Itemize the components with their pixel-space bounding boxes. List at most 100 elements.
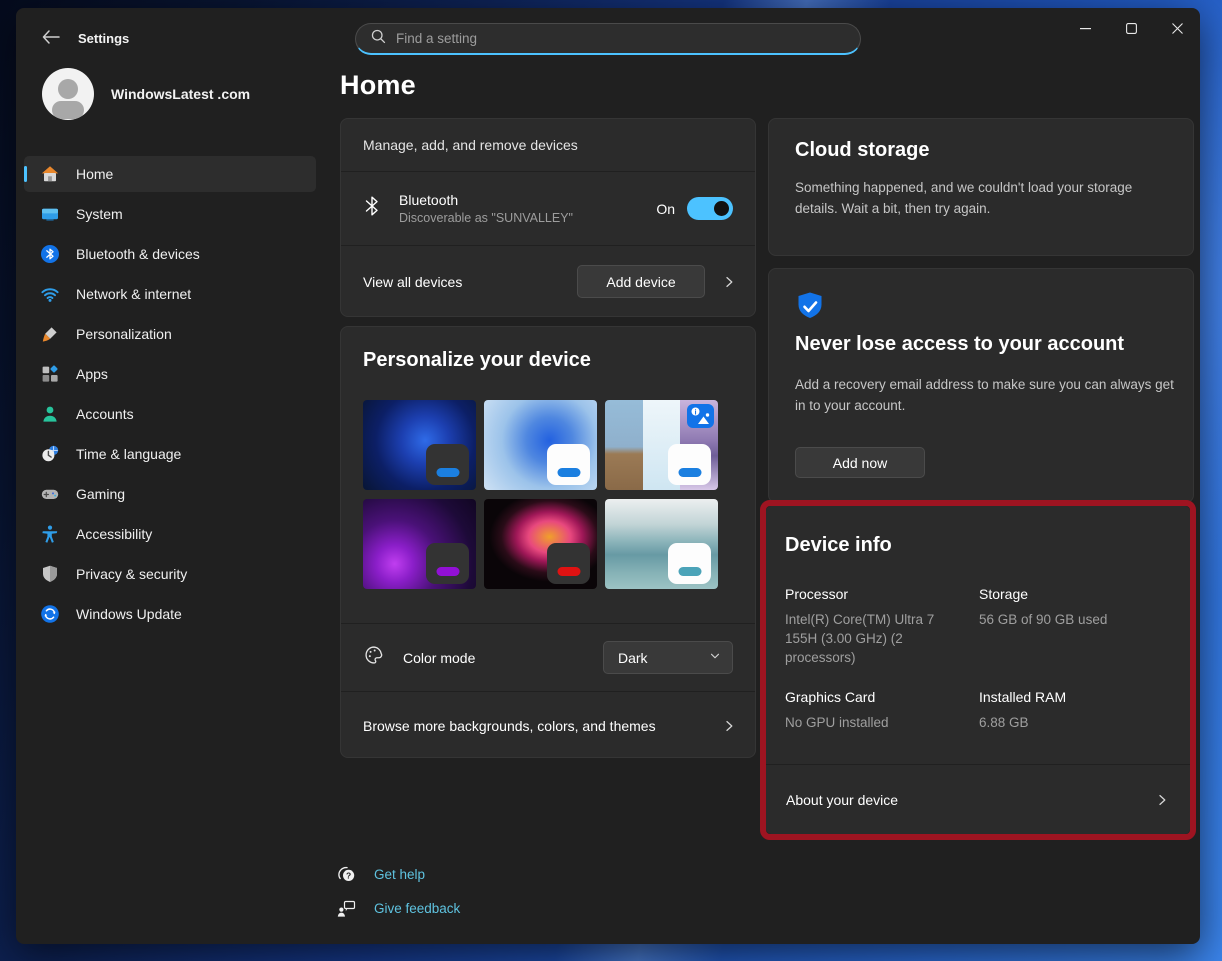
theme-thumb-abstract-flower[interactable] bbox=[484, 499, 597, 589]
bluetooth-subtitle: Discoverable as "SUNVALLEY" bbox=[399, 211, 573, 225]
account-security-title: Never lose access to your account bbox=[795, 333, 1124, 356]
close-button[interactable] bbox=[1154, 8, 1200, 48]
sidebar-item-label: System bbox=[76, 206, 123, 222]
sidebar-item-label: Accessibility bbox=[76, 526, 152, 542]
theme-thumb-photo-collage[interactable]: i bbox=[605, 400, 718, 490]
sidebar-item-label: Home bbox=[76, 166, 113, 182]
chevron-right-icon bbox=[1154, 792, 1170, 808]
sidebar-item-label: Personalization bbox=[76, 326, 172, 342]
browse-themes-row[interactable]: Browse more backgrounds, colors, and the… bbox=[341, 691, 755, 759]
sidebar-item-label: Privacy & security bbox=[76, 566, 187, 582]
give-feedback-label: Give feedback bbox=[374, 901, 460, 916]
about-your-device-label: About your device bbox=[786, 792, 898, 808]
installed-ram-label: Installed RAM bbox=[979, 689, 1066, 705]
add-device-button[interactable]: Add device bbox=[577, 265, 705, 298]
personalize-card: Personalize your device i bbox=[340, 326, 756, 758]
theme-thumb-mountain-lake[interactable] bbox=[605, 499, 718, 589]
paintbrush-icon bbox=[40, 324, 60, 344]
theme-taskbar-preview bbox=[547, 543, 590, 584]
settings-window: Settings WindowsLatest .com Home System bbox=[16, 8, 1200, 944]
sidebar-item-accounts[interactable]: Accounts bbox=[24, 396, 316, 432]
bluetooth-row: Bluetooth Discoverable as "SUNVALLEY" On bbox=[341, 171, 755, 245]
device-info-title: Device info bbox=[785, 534, 892, 557]
gamepad-icon bbox=[40, 484, 60, 504]
processor-value: Intel(R) Core(TM) Ultra 7 155H (3.00 GHz… bbox=[785, 610, 957, 667]
image-info-icon[interactable]: i bbox=[687, 404, 714, 428]
chevron-down-icon bbox=[708, 649, 722, 666]
toggle-knob bbox=[714, 201, 729, 216]
about-your-device-row[interactable]: About your device bbox=[766, 765, 1190, 834]
avatar bbox=[42, 68, 94, 120]
storage-value: 56 GB of 90 GB used bbox=[979, 610, 1174, 629]
red-highlight-box: Device info Processor Intel(R) Core(TM) … bbox=[760, 500, 1196, 840]
personalize-title: Personalize your device bbox=[363, 349, 591, 372]
page-title: Home bbox=[340, 70, 416, 101]
sidebar-item-bluetooth-devices[interactable]: Bluetooth & devices bbox=[24, 236, 316, 272]
sidebar-item-apps[interactable]: Apps bbox=[24, 356, 316, 392]
shield-icon bbox=[40, 564, 60, 584]
system-icon bbox=[40, 204, 60, 224]
theme-thumb-windows-dark-bloom[interactable] bbox=[363, 400, 476, 490]
accounts-icon bbox=[40, 404, 60, 424]
view-all-devices-row[interactable]: View all devices Add device bbox=[341, 245, 755, 317]
account-security-card: Never lose access to your account Add a … bbox=[768, 268, 1194, 503]
view-all-devices-label: View all devices bbox=[363, 274, 462, 290]
cloud-storage-body: Something happened, and we couldn't load… bbox=[795, 177, 1163, 220]
give-feedback-link[interactable]: Give feedback bbox=[336, 896, 460, 920]
account-header[interactable]: WindowsLatest .com bbox=[42, 68, 250, 120]
sidebar-item-system[interactable]: System bbox=[24, 196, 316, 232]
feedback-icon bbox=[336, 898, 358, 918]
shield-check-icon bbox=[795, 291, 825, 328]
sidebar-item-home[interactable]: Home bbox=[24, 156, 316, 192]
sidebar-item-label: Network & internet bbox=[76, 286, 191, 302]
devices-card-header[interactable]: Manage, add, and remove devices bbox=[341, 119, 755, 171]
bluetooth-toggle[interactable] bbox=[687, 197, 733, 220]
maximize-icon bbox=[1126, 23, 1137, 34]
theme-taskbar-preview bbox=[547, 444, 590, 485]
sidebar-item-label: Windows Update bbox=[76, 606, 182, 622]
storage-label: Storage bbox=[979, 586, 1028, 602]
theme-taskbar-preview bbox=[668, 543, 711, 584]
theme-taskbar-preview bbox=[426, 543, 469, 584]
sidebar-item-label: Gaming bbox=[76, 486, 125, 502]
svg-text:i: i bbox=[694, 407, 696, 416]
sidebar-item-time-language[interactable]: Time & language bbox=[24, 436, 316, 472]
search-box[interactable] bbox=[355, 23, 861, 55]
devices-card: Manage, add, and remove devices Bluetoot… bbox=[340, 118, 756, 317]
footer-links: ? Get help Give feedback bbox=[336, 862, 460, 930]
sidebar-item-network-internet[interactable]: Network & internet bbox=[24, 276, 316, 312]
chevron-right-icon bbox=[721, 274, 737, 290]
sidebar-item-label: Time & language bbox=[76, 446, 181, 462]
color-mode-value: Dark bbox=[618, 650, 648, 666]
maximize-button[interactable] bbox=[1108, 8, 1154, 48]
sidebar-item-personalization[interactable]: Personalization bbox=[24, 316, 316, 352]
theme-taskbar-preview bbox=[668, 444, 711, 485]
color-mode-dropdown[interactable]: Dark bbox=[603, 641, 733, 674]
minimize-button[interactable] bbox=[1062, 8, 1108, 48]
sidebar-item-accessibility[interactable]: Accessibility bbox=[24, 516, 316, 552]
get-help-label: Get help bbox=[374, 867, 425, 882]
add-now-button[interactable]: Add now bbox=[795, 447, 925, 478]
browse-themes-label: Browse more backgrounds, colors, and the… bbox=[363, 718, 656, 734]
palette-icon bbox=[363, 644, 385, 671]
sidebar-item-privacy-security[interactable]: Privacy & security bbox=[24, 556, 316, 592]
processor-label: Processor bbox=[785, 586, 848, 602]
search-input[interactable] bbox=[396, 31, 846, 46]
update-icon bbox=[40, 604, 60, 624]
get-help-link[interactable]: ? Get help bbox=[336, 862, 460, 886]
device-info-card: Device info Processor Intel(R) Core(TM) … bbox=[766, 506, 1190, 834]
theme-thumb-purple-glow[interactable] bbox=[363, 499, 476, 589]
theme-thumb-windows-light-bloom[interactable] bbox=[484, 400, 597, 490]
window-controls bbox=[1062, 8, 1200, 48]
back-button[interactable] bbox=[38, 28, 64, 50]
svg-text:?: ? bbox=[346, 871, 351, 881]
wifi-icon bbox=[40, 284, 60, 304]
search-icon bbox=[370, 28, 387, 50]
app-title: Settings bbox=[78, 31, 129, 46]
sidebar-item-label: Apps bbox=[76, 366, 108, 382]
graphics-card-label: Graphics Card bbox=[785, 689, 875, 705]
account-security-body: Add a recovery email address to make sur… bbox=[795, 374, 1175, 417]
cloud-storage-title: Cloud storage bbox=[795, 139, 929, 162]
sidebar-item-gaming[interactable]: Gaming bbox=[24, 476, 316, 512]
sidebar-item-windows-update[interactable]: Windows Update bbox=[24, 596, 316, 632]
